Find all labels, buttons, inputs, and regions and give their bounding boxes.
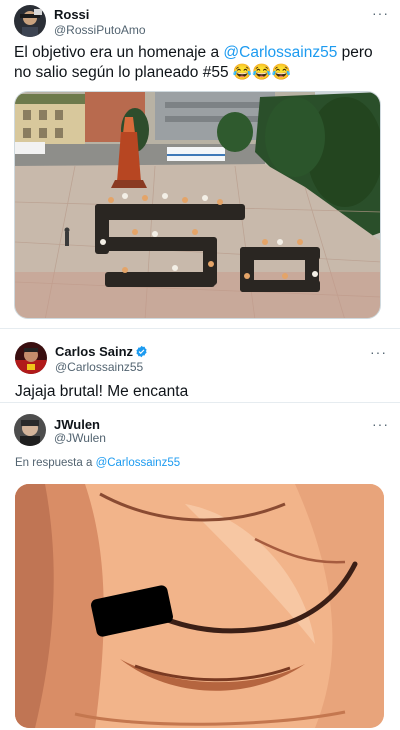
more-options-icon[interactable]: ··· bbox=[370, 345, 387, 359]
user-handle[interactable]: @JWulen bbox=[54, 431, 106, 445]
user-handle[interactable]: @Carlossainz55 bbox=[55, 360, 143, 374]
tweet-text: El objetivo era un homenaje a @Carlossai… bbox=[14, 43, 386, 83]
display-name[interactable]: Carlos Sainz bbox=[55, 344, 148, 359]
more-options-icon[interactable]: ··· bbox=[372, 6, 389, 20]
divider bbox=[0, 328, 400, 329]
tweet-photo[interactable] bbox=[15, 484, 384, 728]
display-name-text: Carlos Sainz bbox=[55, 344, 134, 359]
tweet-text-prefix: El objetivo era un homenaje a bbox=[14, 44, 224, 61]
reply-context: En respuesta a @Carlossainz55 bbox=[15, 457, 180, 469]
user-handle[interactable]: @RossiPutoAmo bbox=[54, 23, 146, 37]
crowd-square-photo bbox=[15, 92, 380, 318]
tweet-jwulen: JWulen @JWulen ··· En respuesta a @Carlo… bbox=[0, 404, 400, 730]
avatar[interactable] bbox=[15, 342, 47, 374]
avatar[interactable] bbox=[14, 5, 46, 37]
more-options-icon[interactable]: ··· bbox=[372, 417, 389, 431]
mention-link[interactable]: @Carlossainz55 bbox=[223, 44, 337, 61]
tweet-rossi: Rossi @RossiPutoAmo ··· El objetivo era … bbox=[0, 0, 400, 325]
display-name[interactable]: Rossi bbox=[54, 7, 89, 22]
verified-badge-icon bbox=[136, 345, 147, 358]
avatar[interactable] bbox=[14, 414, 46, 446]
reply-mention-link[interactable]: @Carlossainz55 bbox=[96, 457, 181, 469]
reply-prefix: En respuesta a bbox=[15, 457, 96, 469]
tweet-text: Jajaja brutal! Me encanta bbox=[15, 383, 189, 400]
divider bbox=[0, 402, 400, 403]
anime-face-closeup bbox=[15, 484, 384, 728]
tweet-carlos-sainz: Carlos Sainz @Carlossainz55 ··· Jajaja b… bbox=[0, 330, 400, 402]
display-name[interactable]: JWulen bbox=[54, 417, 100, 432]
tweet-photo[interactable] bbox=[14, 91, 381, 319]
